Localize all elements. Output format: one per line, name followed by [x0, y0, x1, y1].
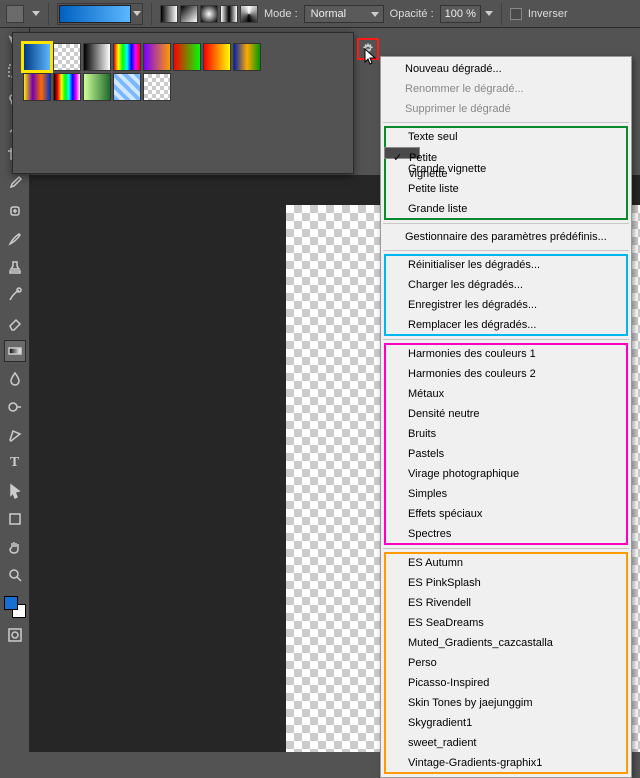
color-swatches[interactable] [4, 596, 26, 618]
reflected-gradient-button[interactable] [220, 5, 238, 23]
gradient-swatch[interactable] [23, 43, 51, 71]
menu-item[interactable]: Skin Tones by jaejunggim [384, 693, 628, 713]
menu-item[interactable]: sweet_radient [384, 733, 628, 753]
menu-item[interactable]: ES SeaDreams [384, 613, 628, 633]
menu-item[interactable]: Muted_Gradients_cazcastalla [384, 633, 628, 653]
opacity-label: Opacité : [390, 8, 434, 20]
path-select-tool[interactable] [4, 480, 26, 502]
menu-item[interactable]: Bruits [384, 424, 628, 444]
opacity-input[interactable]: 100 % [440, 5, 481, 23]
gradient-swatch[interactable] [53, 73, 81, 101]
gradient-swatch[interactable] [173, 43, 201, 71]
gradient-swatch[interactable] [143, 43, 171, 71]
shape-tool[interactable] [4, 508, 26, 530]
menu-item-preset-manager[interactable]: Gestionnaire des paramètres prédéfinis..… [381, 227, 631, 247]
gradient-flyout-menu: Nouveau dégradé...Renommer le dégradé...… [380, 56, 632, 778]
gradient-swatch[interactable] [23, 73, 51, 101]
gradient-swatch[interactable] [53, 43, 81, 71]
gradient-swatch[interactable] [83, 43, 111, 71]
menu-item: Renommer le dégradé... [381, 79, 631, 99]
gradient-swatch[interactable] [113, 73, 141, 101]
menu-item[interactable]: Skygradient1 [384, 713, 628, 733]
menu-item[interactable]: Pastels [384, 444, 628, 464]
dodge-tool[interactable] [4, 396, 26, 418]
picker-flyout-button[interactable] [357, 38, 379, 60]
mode-value: Normal [311, 8, 346, 20]
options-bar: Mode : Normal Opacité : 100 % Inverser [0, 0, 640, 28]
menu-item[interactable]: Perso [384, 653, 628, 673]
invert-label: Inverser [528, 8, 568, 20]
menu-item[interactable]: Vintage-Gradients-graphix1 [384, 753, 628, 773]
hand-tool[interactable] [4, 536, 26, 558]
menu-item[interactable]: Réinitialiser les dégradés... [384, 255, 628, 275]
menu-item[interactable]: Spectres [384, 524, 628, 544]
menu-item[interactable]: ES Rivendell [384, 593, 628, 613]
linear-gradient-button[interactable] [160, 5, 178, 23]
menu-item[interactable]: Remplacer les dégradés... [384, 315, 628, 335]
menu-item[interactable]: Simples [384, 484, 628, 504]
menu-item[interactable]: Charger les dégradés... [384, 275, 628, 295]
eyedropper-tool[interactable] [4, 172, 26, 194]
gradient-swatch[interactable] [233, 43, 261, 71]
gradient-swatch[interactable] [113, 43, 141, 71]
gradient-tool[interactable] [4, 340, 26, 362]
type-tool[interactable]: T [4, 452, 26, 474]
angle-gradient-button[interactable] [200, 5, 218, 23]
menu-item[interactable]: ES Autumn [384, 553, 628, 573]
eraser-tool[interactable] [4, 312, 26, 334]
menu-item[interactable]: Métaux [384, 384, 628, 404]
menu-item[interactable]: Virage photographique [384, 464, 628, 484]
radial-gradient-button[interactable] [180, 5, 198, 23]
quickmask-toggle[interactable] [4, 624, 26, 646]
menu-item[interactable]: Petite liste [384, 179, 628, 199]
menu-item[interactable]: Grande vignette [384, 159, 628, 179]
chevron-down-icon[interactable] [133, 11, 141, 16]
menu-item[interactable]: Effets spéciaux [384, 504, 628, 524]
diamond-gradient-button[interactable] [240, 5, 258, 23]
menu-item[interactable]: Petite vignette [384, 147, 420, 159]
menu-item[interactable]: Nouveau dégradé... [381, 59, 631, 79]
gradient-swatch[interactable] [203, 43, 231, 71]
gradient-swatch[interactable] [83, 73, 111, 101]
menu-item: Supprimer le dégradé [381, 99, 631, 119]
pen-tool[interactable] [4, 424, 26, 446]
menu-item[interactable]: ES PinkSplash [384, 573, 628, 593]
menu-item[interactable]: Densité neutre [384, 404, 628, 424]
tool-preset-icon[interactable] [6, 5, 24, 23]
menu-item[interactable]: Grande liste [384, 199, 628, 219]
menu-item[interactable]: Enregistrer les dégradés... [384, 295, 628, 315]
history-brush-tool[interactable] [4, 284, 26, 306]
gradient-preview-button[interactable] [57, 3, 143, 25]
gradient-swatch[interactable] [143, 73, 171, 101]
menu-item[interactable]: Texte seul [384, 127, 628, 147]
chevron-down-icon[interactable] [32, 11, 40, 16]
gradient-swatch-grid [23, 43, 263, 101]
gradient-picker-panel [12, 32, 354, 174]
invert-checkbox[interactable] [510, 8, 522, 20]
zoom-tool[interactable] [4, 564, 26, 586]
mode-select[interactable]: Normal [304, 5, 384, 23]
menu-item[interactable]: Harmonies des couleurs 2 [384, 364, 628, 384]
gradient-type-buttons [160, 5, 258, 23]
chevron-down-icon[interactable] [485, 11, 493, 16]
brush-tool[interactable] [4, 228, 26, 250]
mode-label: Mode : [264, 8, 298, 20]
blur-tool[interactable] [4, 368, 26, 390]
heal-tool[interactable] [4, 200, 26, 222]
gradient-preview [59, 5, 131, 23]
stamp-tool[interactable] [4, 256, 26, 278]
menu-item[interactable]: Harmonies des couleurs 1 [384, 344, 628, 364]
menu-item[interactable]: Picasso-Inspired [384, 673, 628, 693]
